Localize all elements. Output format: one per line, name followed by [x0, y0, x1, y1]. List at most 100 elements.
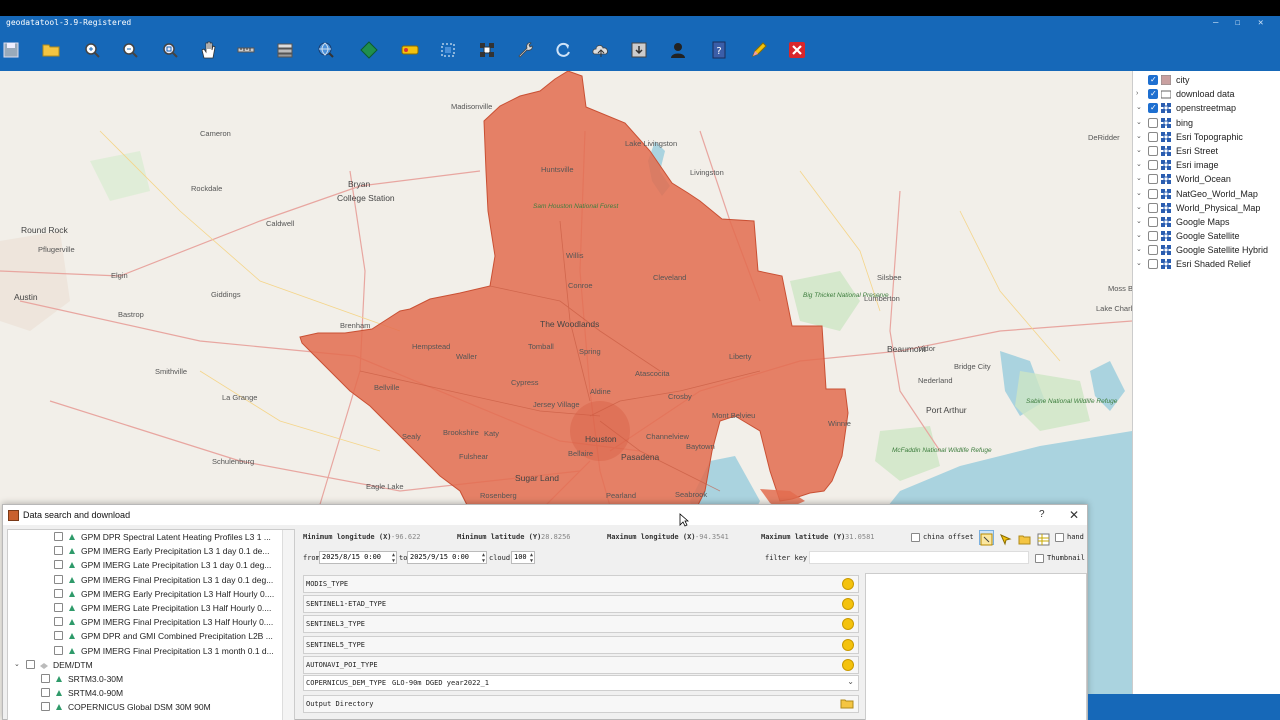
- open-file-icon[interactable]: [1017, 530, 1032, 545]
- help-button[interactable]: ?: [1039, 505, 1045, 525]
- expand-arrow-icon[interactable]: ⌄: [1136, 144, 1142, 158]
- layer-item[interactable]: ⌄ Google Maps: [1133, 215, 1280, 229]
- layer-checkbox[interactable]: [1148, 101, 1158, 115]
- data-type-row[interactable]: SENTINEL3_TYPE: [303, 615, 859, 634]
- search-go-icon[interactable]: [842, 598, 854, 611]
- tree-checkbox[interactable]: [54, 588, 63, 598]
- chevron-down-icon[interactable]: ⌄: [14, 658, 20, 672]
- tree-item[interactable]: SRTM3.0-30M: [8, 672, 294, 686]
- hand-checkbox[interactable]: [1055, 533, 1064, 542]
- search-go-icon[interactable]: [842, 578, 854, 590]
- tree-item[interactable]: GPM IMERG Early Precipitation L3 Half Ho…: [8, 587, 294, 601]
- diamond-shape-icon[interactable]: [357, 38, 381, 62]
- expand-arrow-icon[interactable]: ›: [1136, 87, 1138, 101]
- layer-item[interactable]: ⌄ Esri image: [1133, 158, 1280, 172]
- expand-arrow-icon[interactable]: ⌄: [1136, 229, 1142, 243]
- tree-item[interactable]: GPM IMERG Final Precipitation L3 1 month…: [8, 644, 294, 658]
- maximize-icon[interactable]: ☐: [1235, 16, 1240, 30]
- expand-arrow-icon[interactable]: ⌄: [1136, 158, 1142, 172]
- tree-checkbox[interactable]: [54, 617, 63, 627]
- max-lat-value[interactable]: 31.0581: [845, 533, 875, 541]
- layer-checkbox[interactable]: [1148, 73, 1158, 87]
- layer-item[interactable]: › download data: [1133, 87, 1280, 101]
- search-go-icon[interactable]: [842, 638, 854, 651]
- tree-item[interactable]: GPM IMERG Late Precipitation L3 Half Hou…: [8, 601, 294, 615]
- china-offset-checkbox[interactable]: [911, 533, 920, 542]
- refresh-icon[interactable]: [551, 38, 575, 62]
- dialog-title-bar[interactable]: Data search and download ? ✕: [3, 505, 1087, 525]
- cloud-upload-icon[interactable]: [589, 38, 613, 62]
- close-icon[interactable]: [785, 38, 809, 62]
- select-extent-icon[interactable]: [998, 530, 1013, 546]
- tree-scrollbar[interactable]: [282, 530, 294, 720]
- dem-type-value[interactable]: GLO-90m DGED year2022_1: [392, 679, 489, 687]
- layer-checkbox[interactable]: [1148, 216, 1158, 227]
- layer-item[interactable]: ⌄ openstreetmap: [1133, 101, 1280, 115]
- tree-item[interactable]: ⌄ DEM/DTM: [8, 658, 294, 672]
- download-icon[interactable]: [627, 38, 651, 62]
- expand-arrow-icon[interactable]: ⌄: [1136, 243, 1142, 257]
- output-directory-row[interactable]: Output Directory: [303, 695, 859, 713]
- search-go-icon[interactable]: [842, 658, 854, 671]
- export-grid-icon[interactable]: [1036, 530, 1051, 546]
- tree-checkbox[interactable]: [26, 659, 35, 669]
- layer-item[interactable]: ⌄ Google Satellite: [1133, 229, 1280, 243]
- dem-type-row[interactable]: COPERNICUS_DEM_TYPE GLO-90m DGED year202…: [303, 675, 859, 691]
- tree-checkbox[interactable]: [41, 673, 50, 683]
- layer-item[interactable]: ⌄ World_Ocean: [1133, 172, 1280, 186]
- browse-folder-icon[interactable]: [840, 698, 854, 709]
- expand-arrow-icon[interactable]: ⌄: [1136, 201, 1142, 215]
- filter-key-input[interactable]: [809, 551, 1029, 564]
- layer-item[interactable]: ⌄ Esri Shaded Relief: [1133, 257, 1280, 271]
- zoom-out-icon[interactable]: [118, 38, 142, 62]
- data-type-row[interactable]: AUTONAVI_POI_TYPE: [303, 655, 859, 674]
- to-date-input[interactable]: 2025/9/15 0:00 ▲ ▼: [407, 551, 487, 564]
- layer-checkbox[interactable]: [1148, 174, 1158, 185]
- grid-icon[interactable]: [475, 38, 499, 62]
- tree-item[interactable]: GPM IMERG Late Precipitation L3 1 day 0.…: [8, 558, 294, 572]
- tree-checkbox[interactable]: [54, 574, 63, 584]
- expand-arrow-icon[interactable]: ⌄: [1136, 257, 1142, 271]
- layer-checkbox[interactable]: [1148, 145, 1158, 156]
- key-icon[interactable]: [398, 38, 422, 62]
- tree-item[interactable]: COPERNICUS Global DSM 30M 90M: [8, 700, 294, 714]
- help-icon[interactable]: ?: [707, 38, 731, 62]
- full-extent-icon[interactable]: [158, 38, 182, 62]
- pan-hand-icon[interactable]: [196, 38, 220, 62]
- expand-arrow-icon[interactable]: ⌄: [1136, 116, 1142, 130]
- min-lat-value[interactable]: 28.8256: [541, 533, 571, 541]
- tree-item[interactable]: GPM DPR and GMI Combined Precipitation L…: [8, 629, 294, 643]
- tree-item[interactable]: GPM IMERG Final Precipitation L3 Half Ho…: [8, 615, 294, 629]
- expand-arrow-icon[interactable]: ⌄: [1136, 215, 1142, 229]
- layer-item[interactable]: ⌄ NatGeo_World_Map: [1133, 187, 1280, 201]
- layer-checkbox[interactable]: [1148, 117, 1158, 128]
- tree-item[interactable]: GPM IMERG Final Precipitation L3 1 day 0…: [8, 573, 294, 587]
- tree-checkbox[interactable]: [54, 602, 63, 612]
- data-type-row[interactable]: SENTINEL5_TYPE: [303, 635, 859, 654]
- max-lon-value[interactable]: -94.3541: [695, 533, 729, 541]
- identify-globe-icon[interactable]: [314, 38, 338, 62]
- layer-checkbox[interactable]: [1148, 87, 1158, 101]
- tree-checkbox[interactable]: [54, 546, 63, 556]
- measure-ruler-icon[interactable]: [234, 38, 258, 62]
- layer-item[interactable]: ⌄ Esri Street: [1133, 144, 1280, 158]
- layer-checkbox[interactable]: [1148, 188, 1158, 199]
- window-close-icon[interactable]: ✕: [1258, 16, 1263, 30]
- data-type-row[interactable]: MODIS_TYPE: [303, 575, 859, 593]
- tree-checkbox[interactable]: [41, 702, 50, 712]
- zoom-in-icon[interactable]: [80, 38, 104, 62]
- thumbnail-checkbox[interactable]: [1035, 554, 1044, 563]
- tree-checkbox[interactable]: [54, 532, 63, 541]
- tree-checkbox[interactable]: [54, 631, 63, 641]
- layer-item[interactable]: ⌄ World_Physical_Map: [1133, 201, 1280, 215]
- layer-item[interactable]: ⌄ Esri Topographic: [1133, 130, 1280, 144]
- layer-checkbox[interactable]: [1148, 131, 1158, 142]
- chevron-down-icon[interactable]: ⌄: [847, 677, 854, 686]
- search-go-icon[interactable]: [842, 618, 854, 631]
- tree-item[interactable]: GPM IMERG Early Precipitation L3 1 day 0…: [8, 544, 294, 558]
- expand-arrow-icon[interactable]: ⌄: [1136, 101, 1142, 115]
- minimize-icon[interactable]: —: [1213, 16, 1218, 30]
- expand-arrow-icon[interactable]: ⌄: [1136, 172, 1142, 186]
- from-date-input[interactable]: 2025/8/15 0:00 ▲ ▼: [319, 551, 397, 564]
- tree-checkbox[interactable]: [54, 645, 63, 655]
